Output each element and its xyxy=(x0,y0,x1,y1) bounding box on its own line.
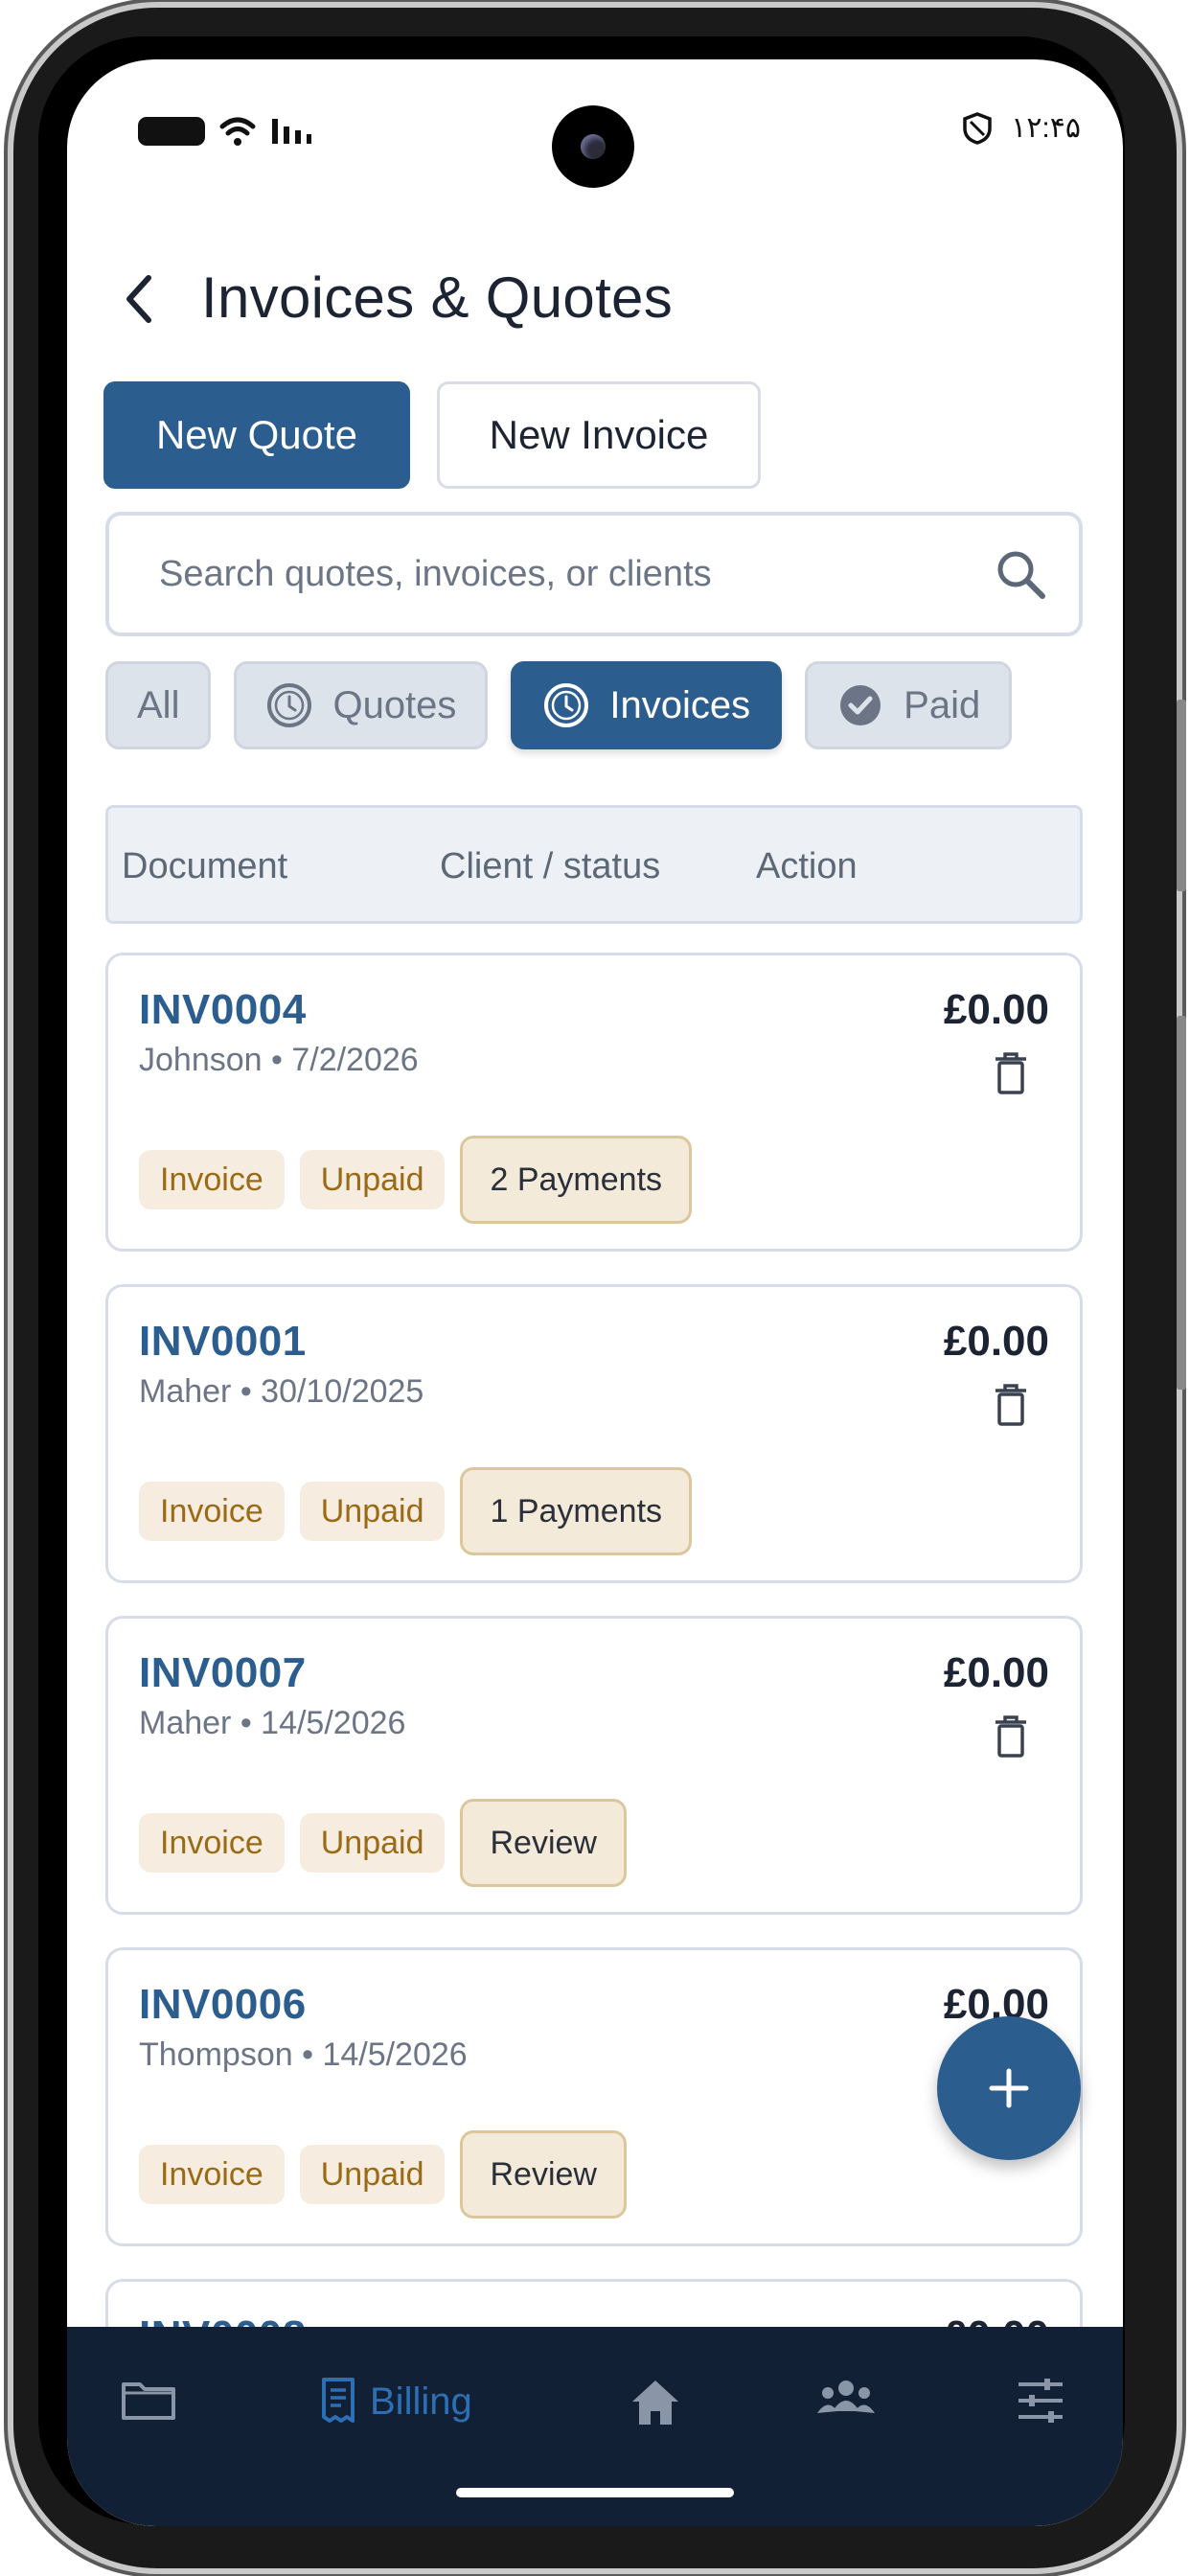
search-input[interactable]: Search quotes, invoices, or clients xyxy=(159,554,712,595)
invoice-meta: Maher • 14/5/2026 xyxy=(139,1705,406,1741)
col-action: Action xyxy=(756,846,858,886)
bottom-nav: Billing xyxy=(67,2327,1123,2526)
home-icon xyxy=(632,2380,678,2425)
folder-icon xyxy=(122,2382,175,2420)
type-badge: Invoice xyxy=(139,1813,285,1873)
nav-item-home[interactable] xyxy=(629,2377,682,2426)
clock-icon xyxy=(542,681,590,729)
invoice-amount: £0.00 xyxy=(943,1649,1049,1696)
status-bar: ۱۲:۴۵ xyxy=(67,59,1123,203)
invoice-card[interactable]: INV0007 Maher • 14/5/2026 £0.00 Invoice … xyxy=(105,1616,1083,1915)
page-header: Invoices & Quotes xyxy=(67,251,1123,347)
trash-icon[interactable] xyxy=(992,1383,1030,1427)
invoice-date: 7/2/2026 xyxy=(291,1042,419,1078)
filter-label: Invoices xyxy=(609,683,751,726)
filter-label: Paid xyxy=(904,683,981,726)
invoice-meta: Johnson • 7/2/2026 xyxy=(139,1042,419,1078)
payments-button[interactable]: 1 Payments xyxy=(460,1467,693,1555)
search-icon[interactable] xyxy=(993,546,1050,604)
invoice-client: Maher xyxy=(139,1705,232,1741)
plus-icon xyxy=(989,2068,1029,2108)
type-badge: Invoice xyxy=(139,1150,285,1209)
invoice-date: 14/5/2026 xyxy=(261,1705,406,1741)
nav-item-billing[interactable]: Billing xyxy=(316,2377,472,2426)
signal-icon xyxy=(272,119,311,144)
side-button xyxy=(1177,700,1186,891)
trash-icon[interactable] xyxy=(992,1051,1030,1095)
trash-icon[interactable] xyxy=(992,1714,1030,1759)
invoice-client: Thompson xyxy=(139,2036,293,2073)
filter-chip-paid[interactable]: Paid xyxy=(805,661,1013,749)
nav-item-folder[interactable] xyxy=(121,2377,176,2421)
clients-icon xyxy=(817,2380,875,2413)
wifi-icon xyxy=(219,117,256,146)
settings-sliders-icon xyxy=(1018,2379,1063,2423)
status-badge: Unpaid xyxy=(299,1150,446,1209)
nav-item-settings[interactable] xyxy=(1016,2377,1065,2425)
review-button[interactable]: Review xyxy=(460,1799,627,1887)
search-field[interactable]: Search quotes, invoices, or clients xyxy=(105,512,1083,636)
type-badge: Invoice xyxy=(139,1482,285,1541)
invoice-amount: £0.00 xyxy=(943,986,1049,1033)
invoice-amount: £0.00 xyxy=(943,1318,1049,1365)
invoice-date: 14/5/2026 xyxy=(322,2036,468,2073)
payments-button[interactable]: 2 Payments xyxy=(460,1136,693,1224)
invoice-number[interactable]: INV0004 xyxy=(139,986,307,1034)
col-document: Document xyxy=(122,846,288,886)
filter-chip-invoices[interactable]: Invoices xyxy=(511,661,783,749)
back-button[interactable] xyxy=(109,261,167,337)
invoice-meta: Thompson • 14/5/2026 xyxy=(139,2036,468,2073)
chevron-left-icon xyxy=(126,275,151,323)
page-title: Invoices & Quotes xyxy=(201,265,674,330)
home-indicator xyxy=(456,2488,734,2497)
invoice-client: Maher xyxy=(139,1373,232,1410)
status-badge: Unpaid xyxy=(299,1813,446,1873)
filter-chips: All Quotes Invoices Paid xyxy=(105,661,1013,749)
filter-chip-quotes[interactable]: Quotes xyxy=(234,661,489,749)
clock-icon xyxy=(265,681,313,729)
new-invoice-button[interactable]: New Invoice xyxy=(437,381,761,489)
col-client-status: Client / status xyxy=(440,846,661,886)
filter-chip-all[interactable]: All xyxy=(105,661,212,749)
status-badge: Unpaid xyxy=(299,2145,446,2204)
nav-item-clients[interactable] xyxy=(814,2377,878,2421)
filter-label: Quotes xyxy=(332,683,457,726)
billing-icon xyxy=(322,2378,355,2423)
action-buttons: New Quote New Invoice xyxy=(103,381,761,489)
invoice-number[interactable]: INV0006 xyxy=(139,1981,307,2029)
review-button[interactable]: Review xyxy=(460,2130,627,2219)
app-screen: ۱۲:۴۵ Invoices & Quotes New Quote New In… xyxy=(67,59,1123,2526)
invoice-meta: Maher • 30/10/2025 xyxy=(139,1373,424,1410)
front-camera xyxy=(552,105,634,188)
invoice-number[interactable]: INV0007 xyxy=(139,1649,307,1697)
invoice-card[interactable]: INV0001 Maher • 30/10/2025 £0.00 Invoice… xyxy=(105,1284,1083,1583)
type-badge: Invoice xyxy=(139,2145,285,2204)
volume-button xyxy=(1177,1016,1186,1390)
filter-label: All xyxy=(137,683,180,726)
new-quote-button[interactable]: New Quote xyxy=(103,381,410,489)
add-fab-button[interactable] xyxy=(937,2016,1081,2160)
shield-icon xyxy=(963,111,992,145)
battery-icon xyxy=(138,117,205,146)
nav-label-billing: Billing xyxy=(370,2380,472,2423)
status-badge: Unpaid xyxy=(299,1482,446,1541)
table-header: Document Client / status Action xyxy=(105,805,1083,924)
status-time: ۱۲:۴۵ xyxy=(1011,112,1081,144)
invoice-card[interactable]: INV0006 Thompson • 14/5/2026 £0.00 Invoi… xyxy=(105,1947,1083,2246)
invoice-date: 30/10/2025 xyxy=(261,1373,424,1410)
check-icon xyxy=(836,681,884,729)
invoice-number[interactable]: INV0001 xyxy=(139,1318,307,1366)
invoice-client: Johnson xyxy=(139,1042,263,1078)
invoice-card[interactable]: INV0004 Johnson • 7/2/2026 £0.00 Invoice… xyxy=(105,953,1083,1252)
